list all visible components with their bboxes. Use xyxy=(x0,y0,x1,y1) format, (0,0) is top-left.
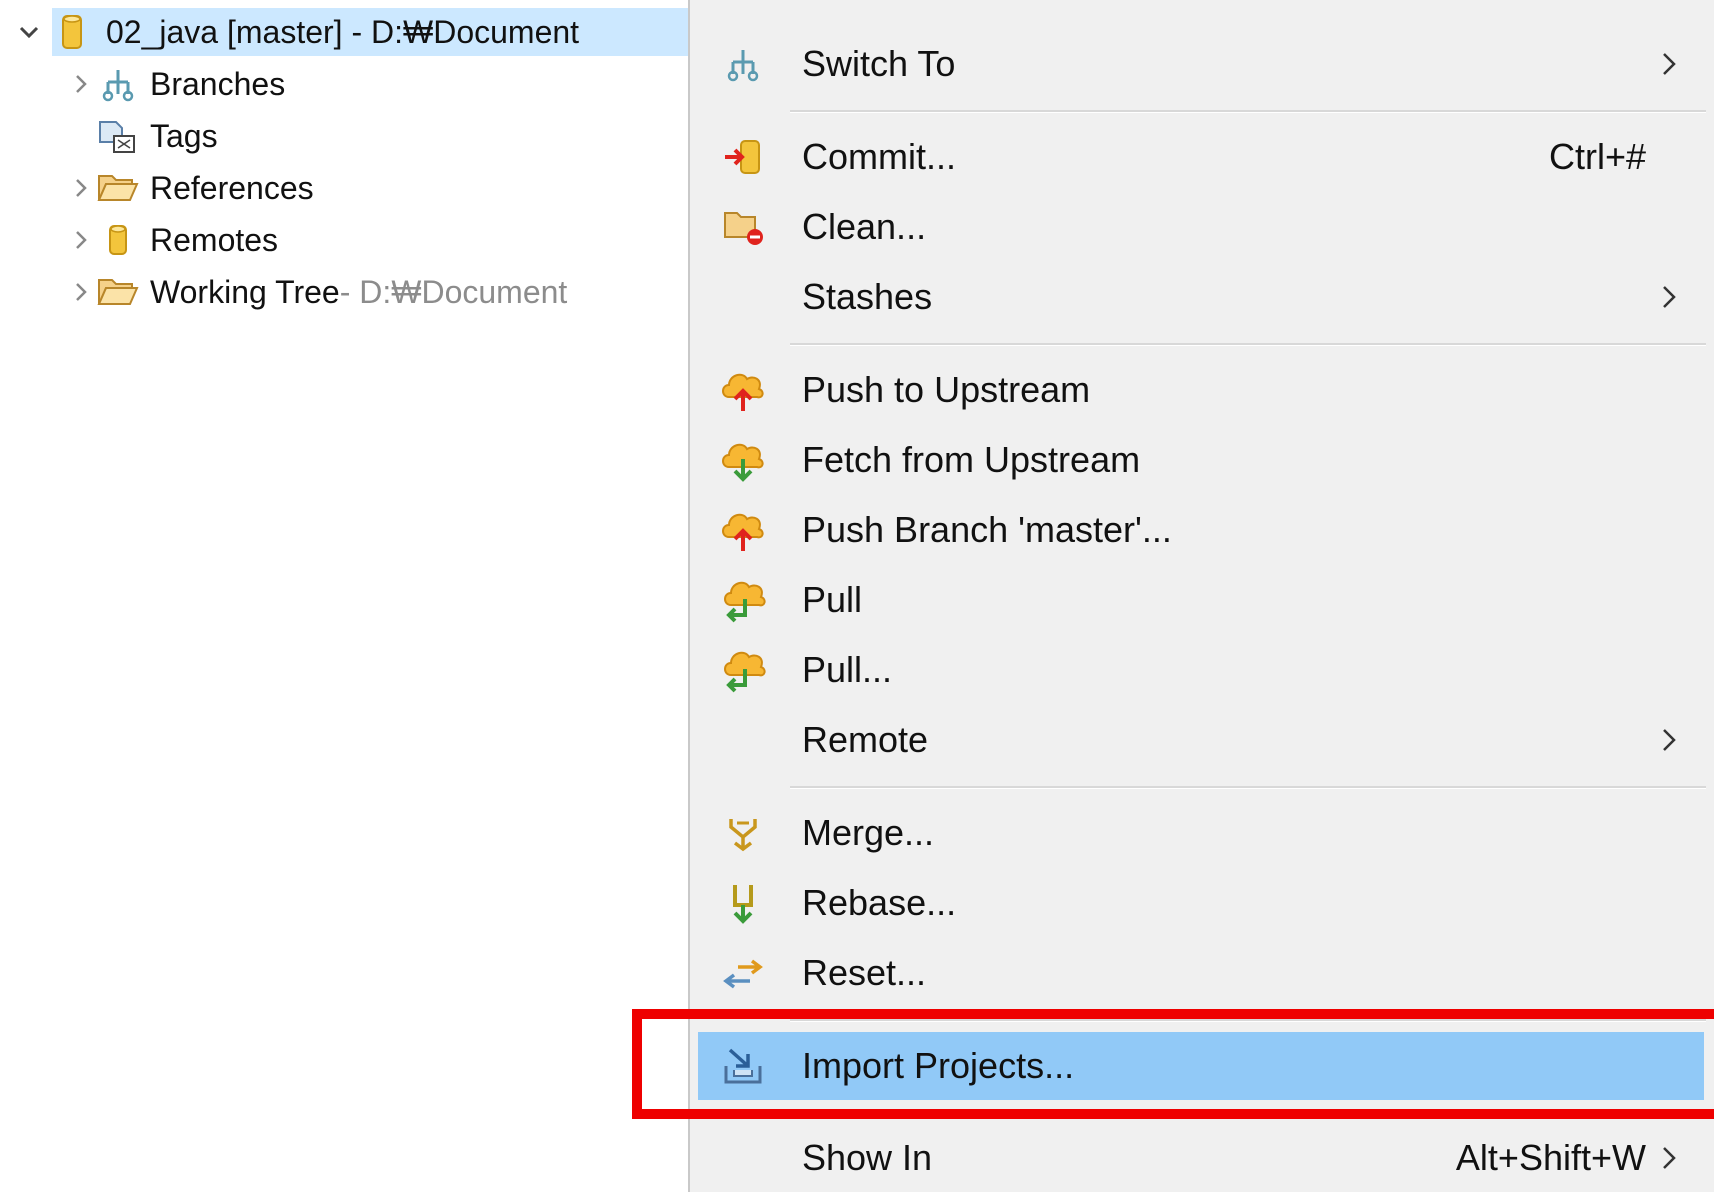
chevron-right-icon[interactable] xyxy=(66,173,96,203)
menu-item-label: Merge... xyxy=(802,812,935,853)
menu-item-label: Pull... xyxy=(802,649,893,690)
menu-item-remote[interactable]: Remote xyxy=(698,706,1704,774)
menu-item-shortcut: Ctrl+# xyxy=(1548,136,1646,177)
menu-item-label: Import Projects... xyxy=(802,1045,1075,1086)
submenu-arrow-icon xyxy=(1663,286,1676,308)
menu-item-commit[interactable]: Commit... Ctrl+# xyxy=(698,123,1704,191)
tree-item-label: Remotes xyxy=(150,221,279,258)
menu-item-pull[interactable]: Pull xyxy=(698,566,1704,634)
branches-icon xyxy=(96,64,140,104)
submenu-arrow-icon xyxy=(1663,729,1676,751)
pull-dialog-icon xyxy=(712,645,774,695)
menu-item-label: Commit... xyxy=(802,136,957,177)
reset-icon xyxy=(712,948,774,998)
menu-item-label: Stashes xyxy=(802,276,933,317)
tree-item-tags[interactable]: Tags xyxy=(96,112,218,160)
tree-item-label: Working Tree xyxy=(150,273,340,310)
menu-item-label: Fetch from Upstream xyxy=(802,439,1141,480)
menu-item-shortcut: Alt+Shift+W xyxy=(1455,1137,1646,1178)
menu-item-label: Push to Upstream xyxy=(802,369,1091,410)
menu-item-rebase[interactable]: Rebase... xyxy=(698,869,1704,937)
commit-icon xyxy=(712,132,774,182)
menu-item-pull-dialog[interactable]: Pull... xyxy=(698,636,1704,704)
tree-root-label: 02_java [master] - D:₩Document xyxy=(106,13,580,50)
menu-item-push-branch[interactable]: Push Branch 'master'... xyxy=(698,496,1704,564)
tree-item-branches[interactable]: Branches xyxy=(66,60,285,108)
fetch-upstream-icon xyxy=(712,435,774,485)
folder-open-icon xyxy=(96,272,140,312)
menu-separator xyxy=(790,343,1706,346)
menu-item-label: Clean... xyxy=(802,206,927,247)
menu-item-label: Reset... xyxy=(802,952,927,993)
submenu-arrow-icon xyxy=(1663,53,1676,75)
menu-separator xyxy=(790,1019,1706,1022)
tags-icon xyxy=(96,116,140,156)
chevron-right-icon[interactable] xyxy=(66,69,96,99)
push-upstream-icon xyxy=(712,365,774,415)
menu-item-label: Switch To xyxy=(802,43,956,84)
tree-item-remotes[interactable]: Remotes xyxy=(66,216,278,264)
clean-icon xyxy=(712,202,774,252)
import-projects-icon xyxy=(712,1041,774,1091)
context-menu: Switch To Commit... Ctrl+# Clean... Stas… xyxy=(688,0,1714,1192)
remotes-icon xyxy=(96,220,140,260)
chevron-right-icon[interactable] xyxy=(66,225,96,255)
menu-item-reset[interactable]: Reset... xyxy=(698,939,1704,1007)
tree-item-label: Tags xyxy=(150,117,218,154)
tree-item-references[interactable]: References xyxy=(66,164,314,212)
menu-item-label: Show In xyxy=(802,1137,933,1178)
merge-icon xyxy=(712,808,774,858)
tree-item-path: - D:₩Document xyxy=(339,273,568,310)
submenu-arrow-icon xyxy=(1663,1147,1676,1169)
menu-separator xyxy=(790,1112,1706,1115)
menu-item-merge[interactable]: Merge... xyxy=(698,799,1704,867)
menu-item-push-to-upstream[interactable]: Push to Upstream xyxy=(698,356,1704,424)
menu-item-label: Push Branch 'master'... xyxy=(802,509,1172,550)
pull-icon xyxy=(712,575,774,625)
tree-item-label: Branches xyxy=(150,65,286,102)
menu-item-fetch-from-upstream[interactable]: Fetch from Upstream xyxy=(698,426,1704,494)
menu-item-label: Pull xyxy=(802,579,863,620)
menu-separator xyxy=(790,786,1706,789)
menu-item-import-projects[interactable]: Import Projects... xyxy=(698,1032,1704,1100)
menu-item-clean[interactable]: Clean... xyxy=(698,193,1704,261)
tree-item-label: References xyxy=(150,169,314,206)
menu-item-label: Remote xyxy=(802,719,929,760)
push-branch-icon xyxy=(712,505,774,555)
tree-item-working-tree[interactable]: Working Tree - D:₩Document xyxy=(66,268,567,316)
menu-item-label: Rebase... xyxy=(802,882,957,923)
rebase-icon xyxy=(712,878,774,928)
menu-separator xyxy=(790,110,1706,113)
chevron-right-icon[interactable] xyxy=(66,277,96,307)
menu-item-switch-to[interactable]: Switch To xyxy=(698,30,1704,98)
chevron-down-icon[interactable] xyxy=(14,17,44,47)
repository-icon xyxy=(50,12,94,52)
folder-open-icon xyxy=(96,168,140,208)
branches-icon xyxy=(712,39,774,89)
menu-item-show-in[interactable]: Show In Alt+Shift+W xyxy=(698,1124,1704,1192)
menu-item-stashes[interactable]: Stashes xyxy=(698,263,1704,331)
